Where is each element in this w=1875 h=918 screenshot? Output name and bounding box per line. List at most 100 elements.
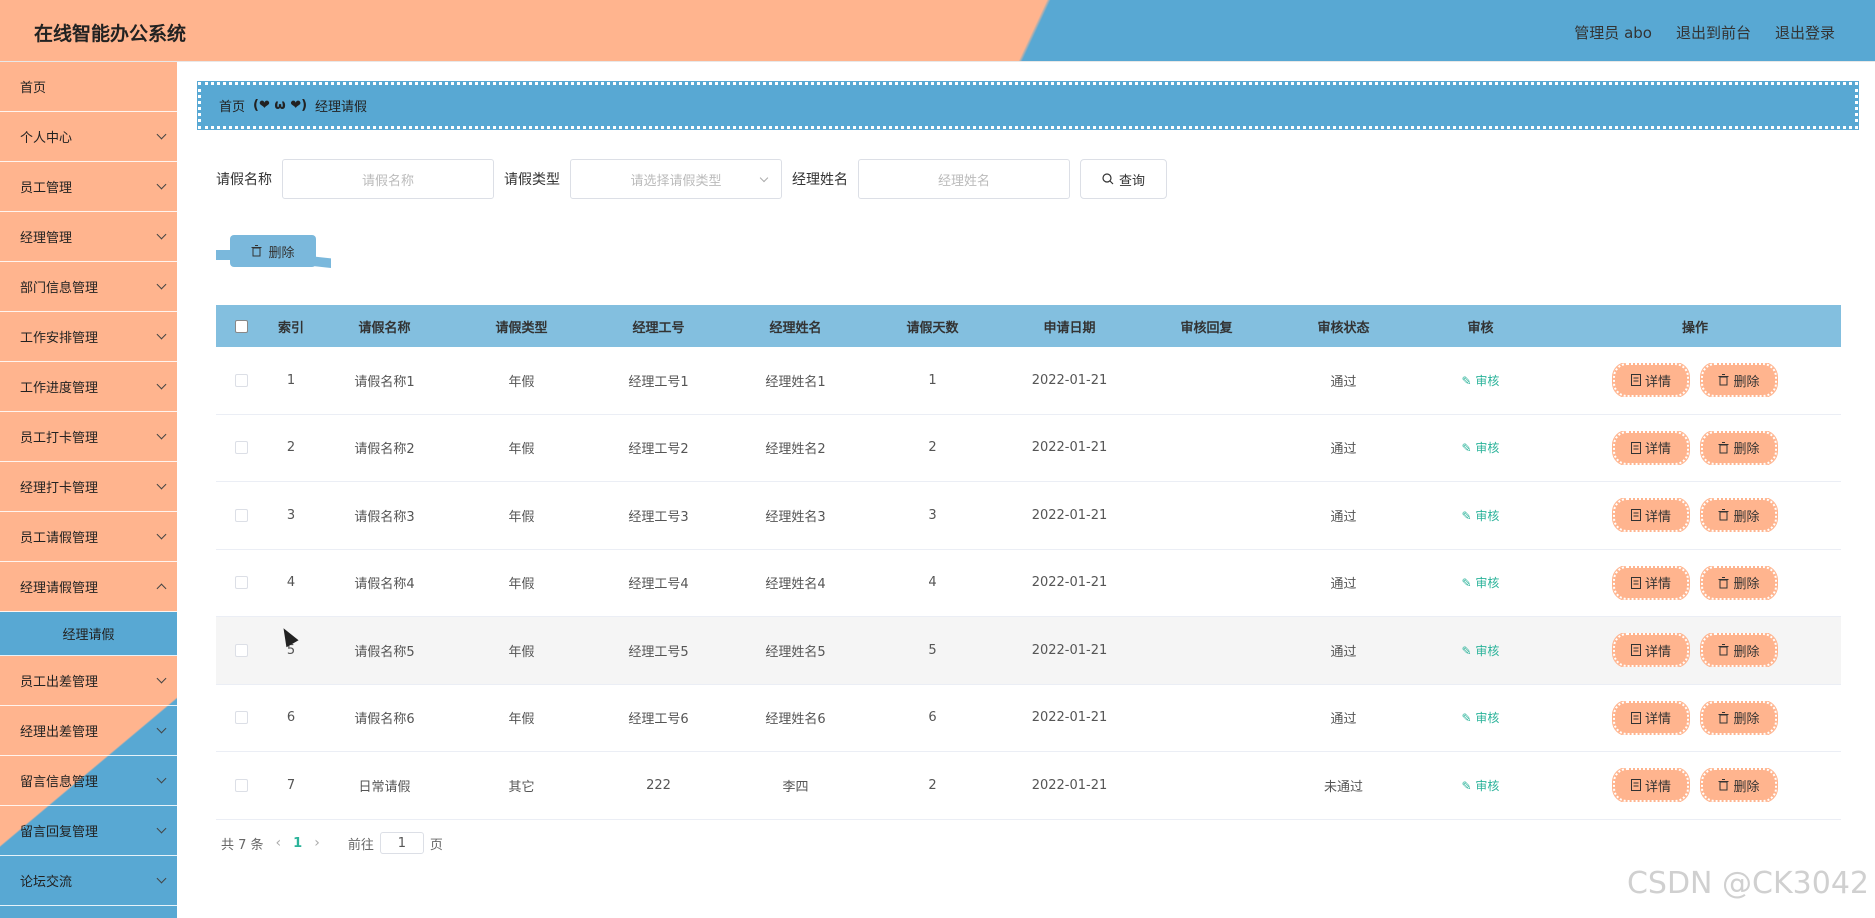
leave-name-input[interactable]: 请假名称 [282, 159, 494, 199]
audit-link-label: 审核 [1475, 373, 1500, 388]
sidebar-item[interactable]: 员工请假管理 [0, 512, 177, 562]
chevron-down-icon [759, 173, 769, 183]
row-checkbox[interactable] [234, 508, 248, 522]
next-page-icon[interactable]: › [314, 835, 320, 851]
detail-button[interactable]: 详情 [1612, 700, 1690, 735]
detail-button-label: 详情 [1644, 374, 1671, 390]
delete-button[interactable]: 删除 [1700, 700, 1778, 735]
delete-button[interactable]: 删除 [1700, 498, 1778, 533]
cell-leave-name: 日常请假 [358, 779, 411, 795]
row-checkbox[interactable] [234, 778, 248, 792]
trash-icon [1718, 779, 1729, 791]
sidebar-subitem-manager-leave[interactable]: 经理请假 [0, 612, 177, 656]
audit-link-label: 审核 [1475, 576, 1500, 591]
cell-leave-type: 年假 [508, 577, 535, 593]
detail-button[interactable]: 详情 [1612, 430, 1690, 465]
cell-index: 4 [286, 575, 296, 591]
pager-total: 共 7 条 [221, 837, 264, 853]
sidebar-item[interactable]: 经理打卡管理 [0, 462, 177, 512]
sidebar-item[interactable]: 员工管理 [0, 162, 177, 212]
prev-page-icon[interactable]: ‹ [276, 835, 282, 851]
table-header: 索引 请假名称 请假类型 经理工号 经理姓名 请假天数 申请日期 审核回复 审核… [216, 305, 1841, 347]
delete-button[interactable]: 删除 [1700, 768, 1778, 803]
leave-type-select[interactable]: 请选择请假类型 [570, 159, 782, 199]
audit-link[interactable]: ✎ 审核 [1462, 644, 1500, 658]
row-checkbox[interactable] [234, 711, 248, 725]
audit-link[interactable]: ✎ 审核 [1462, 374, 1500, 388]
detail-button[interactable]: 详情 [1612, 498, 1690, 533]
sidebar-item-manager-leave-mgmt[interactable]: 经理请假管理 [0, 562, 177, 612]
pager-current-page[interactable]: 1 [293, 836, 302, 851]
cell-manager-name: 李四 [782, 779, 809, 795]
search-bar: 请假名称 请假名称 请假类型 请选择请假类型 经理姓名 经理姓名 查询 [216, 159, 1167, 199]
sidebar-item-label: 经理出差管理 [20, 725, 99, 740]
delete-button[interactable]: 删除 [1700, 565, 1778, 600]
row-checkbox[interactable] [234, 373, 248, 387]
sidebar-item[interactable]: 员工打卡管理 [0, 412, 177, 462]
manager-name-placeholder: 经理姓名 [937, 173, 990, 189]
app-title: 在线智能办公系统 [34, 23, 187, 45]
breadcrumb-home[interactable]: 首页 [219, 96, 245, 115]
audit-link[interactable]: ✎ 审核 [1462, 576, 1500, 590]
col-header-leave-days: 请假天数 [906, 320, 959, 336]
cell-audit: ✎ 审核 [1412, 777, 1549, 794]
audit-link[interactable]: ✎ 审核 [1462, 779, 1500, 793]
cell-leave-name: 请假名称4 [354, 577, 415, 593]
audit-link[interactable]: ✎ 审核 [1462, 441, 1500, 455]
sidebar-item[interactable]: 工作进度管理 [0, 362, 177, 412]
pager-goto-input[interactable]: 1 [379, 832, 424, 854]
row-checkbox[interactable] [234, 643, 248, 657]
delete-button[interactable]: 删除 [1700, 633, 1778, 668]
delete-button[interactable]: 删除 [1700, 430, 1778, 465]
sidebar-item-home[interactable]: 首页 [0, 62, 177, 112]
sidebar-item[interactable]: 论坛交流 [0, 856, 177, 906]
delete-button[interactable]: 删除 [1700, 363, 1778, 398]
leave-type-label: 请假类型 [504, 172, 560, 188]
sidebar-item[interactable]: 员工出差管理 [0, 656, 177, 706]
cell-index: 6 [286, 710, 296, 726]
row-checkbox-cell [216, 508, 266, 522]
batch-delete-wrap: 删除 [216, 235, 331, 270]
cell-manager-no: 经理工号5 [628, 644, 689, 660]
delete-button-label: 删除 [1733, 644, 1760, 660]
breadcrumb: 首页 (❤ ω ❤) 经理请假 [197, 81, 1859, 130]
col-header-leave-name: 请假名称 [358, 320, 411, 336]
detail-button[interactable]: 详情 [1612, 363, 1690, 398]
detail-button[interactable]: 详情 [1612, 768, 1690, 803]
audit-link[interactable]: ✎ 审核 [1462, 509, 1500, 523]
document-icon [1630, 711, 1641, 724]
select-all-checkbox[interactable] [234, 319, 248, 333]
cell-audit-status: 未通过 [1323, 779, 1363, 795]
document-icon [1630, 509, 1641, 522]
detail-button-label: 详情 [1644, 509, 1671, 525]
row-checkbox[interactable] [234, 441, 248, 455]
cell-audit: ✎ 审核 [1412, 507, 1549, 524]
batch-delete-label: 删除 [268, 245, 295, 261]
exit-to-front-link[interactable]: 退出到前台 [1676, 22, 1751, 43]
detail-button-label: 详情 [1644, 644, 1671, 660]
sidebar-item[interactable]: 经理管理 [0, 212, 177, 262]
document-icon [1630, 644, 1641, 657]
sidebar-item[interactable]: 部门信息管理 [0, 262, 177, 312]
manager-name-input[interactable]: 经理姓名 [858, 159, 1070, 199]
batch-delete-button[interactable]: 删除 [230, 235, 316, 267]
detail-button[interactable]: 详情 [1612, 633, 1690, 668]
sidebar-item[interactable]: 个人中心 [0, 112, 177, 162]
audit-link[interactable]: ✎ 审核 [1462, 711, 1500, 725]
detail-button[interactable]: 详情 [1612, 565, 1690, 600]
table-row: 1 请假名称1 年假 经理工号1 经理姓名1 1 2022-01-21 通过 ✎ 审核 详情 删除 [216, 347, 1841, 415]
sidebar-item[interactable]: 经理出差管理 [0, 706, 177, 756]
logout-link[interactable]: 退出登录 [1775, 22, 1835, 43]
sidebar-item[interactable]: 留言信息管理 [0, 756, 177, 806]
query-button[interactable]: 查询 [1080, 159, 1167, 199]
cell-actions: 详情 删除 [1549, 363, 1841, 398]
cell-manager-name: 经理姓名5 [765, 644, 826, 660]
sidebar-item[interactable]: 工作安排管理 [0, 312, 177, 362]
cell-apply-date: 2022-01-21 [1031, 777, 1108, 793]
admin-user-link[interactable]: 管理员 abo [1574, 22, 1652, 43]
document-icon [1630, 374, 1641, 387]
pager-goto-label: 前往 [347, 837, 374, 853]
sidebar-item[interactable]: 留言回复管理 [0, 806, 177, 856]
breadcrumb-current: 经理请假 [315, 100, 368, 115]
row-checkbox[interactable] [234, 576, 248, 590]
